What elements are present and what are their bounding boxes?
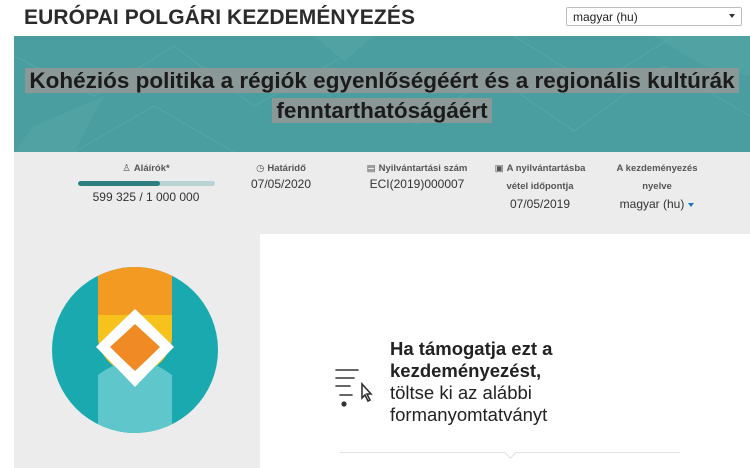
- site-title[interactable]: EURÓPAI POLGÁRI KEZDEMÉNYEZÉS: [24, 6, 415, 30]
- stat-signatories: ♙ Aláírók* 599 325 / 1 000 000: [76, 162, 216, 205]
- cta-text-line-1: töltse ki az alábbi: [390, 382, 532, 403]
- person-icon: ♙: [122, 163, 131, 174]
- language-select[interactable]: magyar (hu): [566, 7, 742, 26]
- initiative-logo: [52, 267, 218, 433]
- chevron-down-icon: [729, 14, 735, 18]
- signatures-progress-fill: [77, 181, 160, 186]
- stat-deadline: ◷ Határidő 07/05/2020: [236, 162, 326, 192]
- initiative-title: Kohéziós politika a régiók egyenlőségéér…: [25, 68, 739, 123]
- registration-date-label-1: A nyilvántartásba: [506, 163, 586, 174]
- calendar-icon: ▣: [494, 163, 504, 174]
- support-call-to-action: Ha támogatja ezt a kezdeményezést, tölts…: [390, 338, 650, 426]
- cta-heading-line-1: Ha támogatja ezt a: [390, 338, 553, 359]
- initiative-language-label-1: A kezdeményezés: [616, 163, 698, 174]
- registration-number-label: Nyilvántartási szám: [378, 163, 468, 174]
- registration-date-label-2: vétel időpontja: [506, 181, 574, 192]
- chevron-down-icon: [688, 202, 695, 207]
- stat-registration-date: ▣ A nyilvántartásba vétel időpontja 07/05…: [480, 162, 600, 212]
- initiative-language-label-2: nyelve: [642, 181, 672, 192]
- initiative-stats: ♙ Aláírók* 599 325 / 1 000 000 ◷ Határidő …: [14, 152, 750, 234]
- registration-date-value: 07/05/2019: [509, 197, 571, 211]
- stat-registration-number: ▤ Nyilvántartási szám ECI(2019)000007: [342, 162, 492, 192]
- deadline-value: 07/05/2020: [250, 177, 312, 191]
- deadline-label: Határidő: [267, 163, 306, 174]
- alarm-clock-icon: ◷: [256, 163, 265, 174]
- registration-number-value: ECI(2019)000007: [369, 177, 465, 191]
- initiative-language-value: magyar (hu): [619, 197, 685, 211]
- top-bar: EURÓPAI POLGÁRI KEZDEMÉNYEZÉS magyar (hu…: [0, 0, 750, 36]
- signatures-progress-bar: [77, 181, 215, 186]
- document-icon: ▤: [366, 163, 376, 174]
- initiative-banner: Kohéziós politika a régiók egyenlőségéér…: [14, 36, 750, 152]
- stat-initiative-language: A kezdeményezés nyelve magyar (hu): [602, 162, 712, 212]
- signatories-value: 599 325 / 1 000 000: [92, 190, 200, 204]
- initiative-language-dropdown[interactable]: magyar (hu): [602, 196, 712, 212]
- form-pointer-icon: [335, 369, 373, 407]
- signatories-label: Aláírók*: [133, 163, 170, 174]
- language-select-value: magyar (hu): [573, 10, 638, 24]
- cta-heading-line-2: kezdeményezést,: [390, 360, 542, 381]
- cta-text-line-2: formanyomtatványt: [390, 404, 548, 425]
